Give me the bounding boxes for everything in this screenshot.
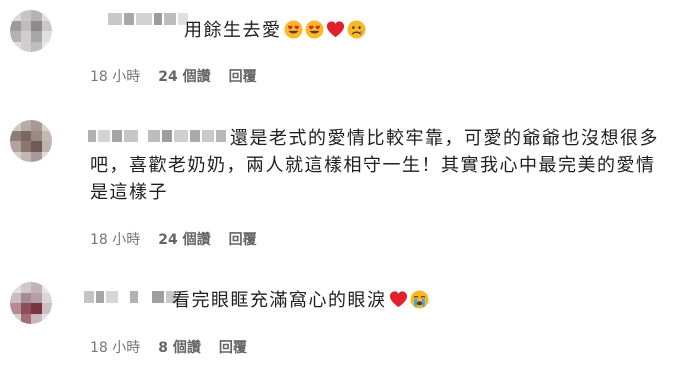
red-heart-emoji <box>389 291 407 308</box>
avatar[interactable] <box>10 282 52 324</box>
heart-eyes-emoji <box>283 20 303 39</box>
reply-button[interactable]: 回覆 <box>219 337 247 357</box>
comment-timestamp[interactable]: 18 小時 <box>90 229 140 249</box>
sad-face-emoji <box>346 20 366 39</box>
comment-2: 還是老式的愛情比較牢靠，可愛的爺爺也沒想很多吧，喜歡老奶奶，兩人就這樣相守一生！… <box>0 100 679 260</box>
comment-text: 還是老式的愛情比較牢靠，可愛的爺爺也沒想很多吧，喜歡老奶奶，兩人就這樣相守一生！… <box>90 125 665 206</box>
comment-timestamp[interactable]: 18 小時 <box>90 66 140 86</box>
reply-button[interactable]: 回覆 <box>229 66 257 86</box>
crying-face-emoji <box>409 290 429 309</box>
like-count[interactable]: 8 個讚 <box>158 337 201 357</box>
reply-button[interactable]: 回覆 <box>229 229 257 249</box>
comment-text: 用餘生去愛 <box>184 17 665 44</box>
comment-text-content: 用餘生去愛 <box>184 20 282 41</box>
comment-1: 用餘生去愛 18 小時 24 個讚 回覆 <box>0 0 679 100</box>
commenter-name[interactable] <box>108 10 188 28</box>
commenter-name[interactable] <box>84 288 176 306</box>
like-count[interactable]: 24 個讚 <box>158 229 210 249</box>
comment-3: 看完眼眶充滿窩心的眼淚 18 小時 8 個讚 回覆 <box>0 260 679 388</box>
comment-text-content: 看完眼眶充滿窩心的眼淚 <box>172 290 387 311</box>
avatar[interactable] <box>10 120 52 162</box>
comment-text-content: 還是老式的愛情比較牢靠，可愛的爺爺也沒想很多吧，喜歡老奶奶，兩人就這樣相守一生！… <box>90 128 659 203</box>
comment-actions: 18 小時 8 個讚 回覆 <box>90 337 247 357</box>
comment-actions: 18 小時 24 個讚 回覆 <box>90 66 257 86</box>
avatar[interactable] <box>10 10 52 52</box>
comment-text: 看完眼眶充滿窩心的眼淚 <box>172 287 665 314</box>
comment-actions: 18 小時 24 個讚 回覆 <box>90 229 257 249</box>
heart-eyes-emoji <box>304 20 324 39</box>
comment-timestamp[interactable]: 18 小時 <box>90 337 140 357</box>
like-count[interactable]: 24 個讚 <box>158 66 210 86</box>
red-heart-emoji <box>326 21 344 38</box>
